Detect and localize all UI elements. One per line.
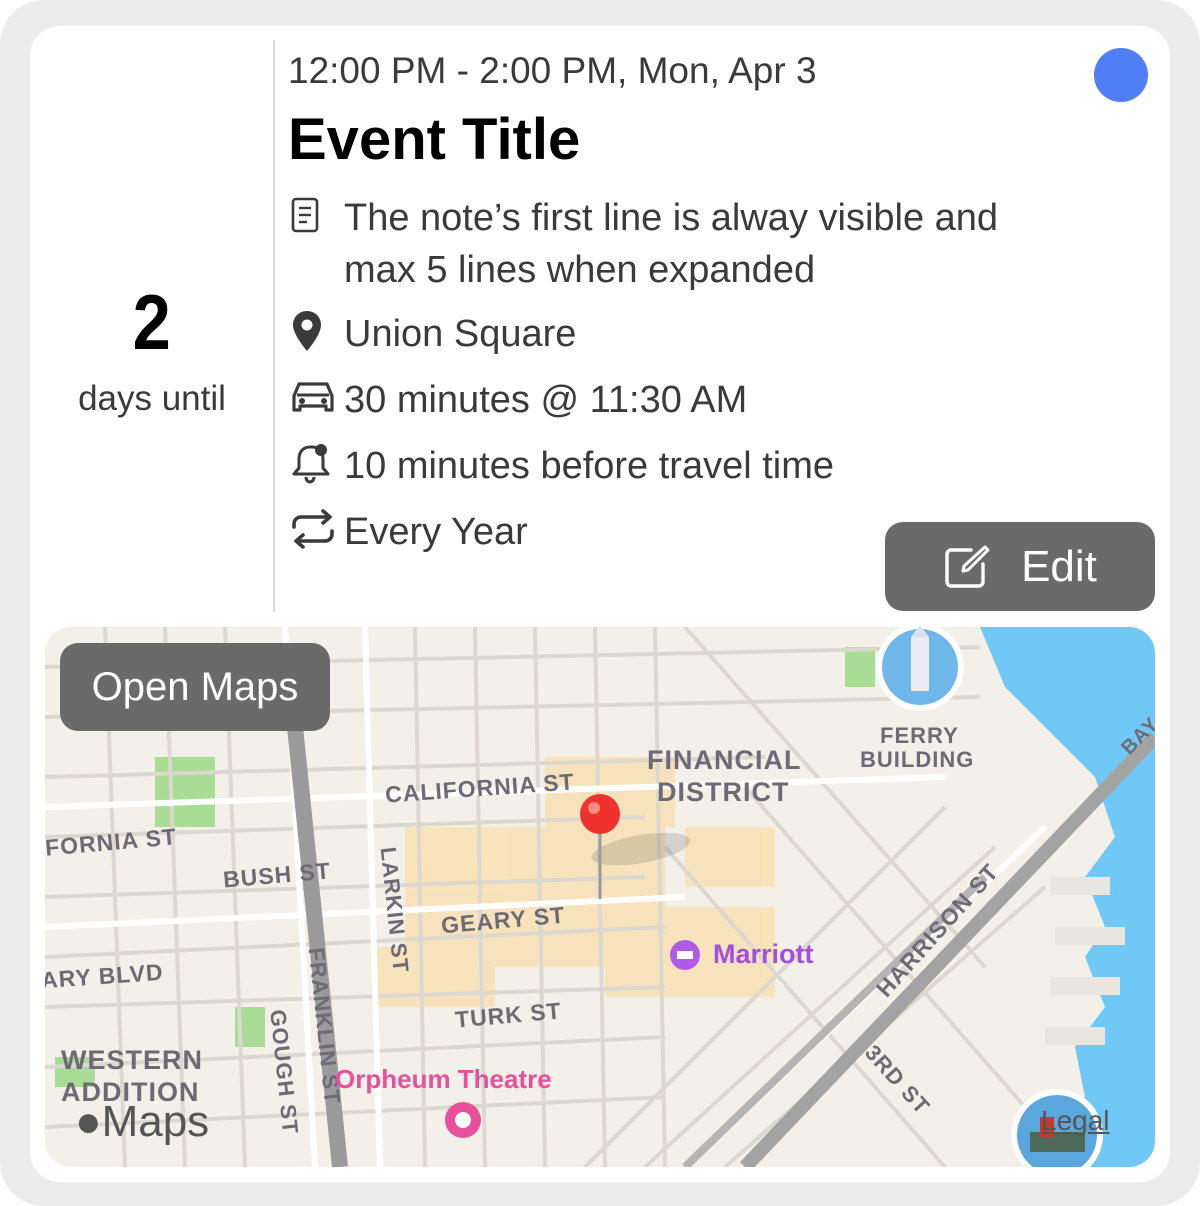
map-label-building: BUILDING <box>860 747 975 772</box>
repeat-text: Every Year <box>344 511 528 553</box>
note-icon <box>288 192 344 238</box>
travel-text: 30 minutes @ 11:30 AM <box>344 379 748 421</box>
maps-logo-text: Maps <box>101 1097 210 1146</box>
alert-text: 10 minutes before travel time <box>344 445 835 487</box>
car-icon <box>288 374 344 420</box>
legal-link[interactable]: Legal <box>1041 1105 1110 1137</box>
countdown: 2 days until <box>30 26 274 626</box>
event-time: 12:00 PM - 2:00 PM, Mon, Apr 3 <box>288 50 817 91</box>
note-line-2: max 5 lines when expanded <box>344 249 816 291</box>
location-pin-icon <box>288 308 344 354</box>
map-label-financial: FINANCIAL <box>647 745 802 775</box>
map-poi-orpheum-theatre[interactable]: Orpheum Theatre <box>335 1064 552 1095</box>
note-row: The note’s first line is alway visible a… <box>288 192 998 296</box>
open-maps-button[interactable]: Open Maps <box>60 643 330 731</box>
countdown-number: 2 <box>132 278 172 366</box>
edit-label: Edit <box>1021 541 1097 591</box>
map-label-western: WESTERN <box>61 1045 203 1075</box>
edit-icon <box>945 545 990 588</box>
bell-icon <box>288 440 344 486</box>
map-poi-marriott[interactable]: Marriott <box>713 939 814 970</box>
event-title: Event Title <box>288 107 581 172</box>
location-row: Union Square <box>288 308 576 360</box>
alert-row: 10 minutes before travel time <box>288 440 834 492</box>
apple-logo-icon: ● <box>75 1097 102 1146</box>
map-label-district: DISTRICT <box>657 777 790 807</box>
edit-button[interactable]: Edit <box>885 522 1155 611</box>
repeat-row: Every Year <box>288 506 528 558</box>
widget-frame: 2 days until 12:00 PM - 2:00 PM, Mon, Ap… <box>0 0 1200 1206</box>
note-line-1: The note’s first line is alway visible a… <box>344 197 999 239</box>
location-text: Union Square <box>344 313 577 355</box>
repeat-icon <box>288 506 344 552</box>
map-view[interactable]: CALIFORNIA ST FORNIA ST BUSH ST LARKIN S… <box>45 627 1155 1167</box>
countdown-label: days until <box>78 379 226 418</box>
apple-maps-logo: ●Maps <box>75 1097 209 1147</box>
travel-row: 30 minutes @ 11:30 AM <box>288 374 747 426</box>
event-card: 2 days until 12:00 PM - 2:00 PM, Mon, Ap… <box>30 26 1170 1182</box>
divider <box>273 40 275 612</box>
calendar-color-dot[interactable] <box>1094 48 1148 102</box>
map-label-ferry: FERRY <box>880 723 959 748</box>
